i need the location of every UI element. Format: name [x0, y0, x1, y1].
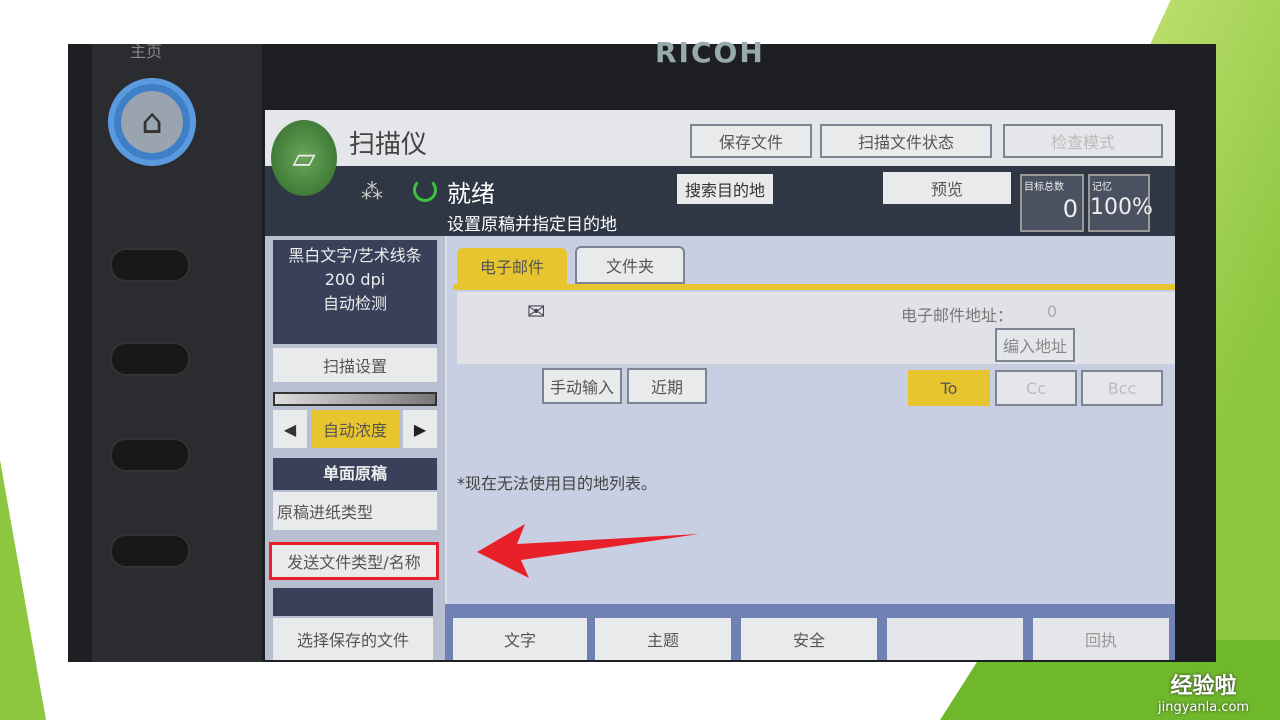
status-state: 就绪	[447, 180, 495, 208]
home-icon: ⌂	[121, 91, 183, 153]
hardware-key[interactable]	[110, 438, 190, 472]
tab-text[interactable]: 文字	[453, 618, 587, 660]
to-button[interactable]: To	[908, 370, 990, 406]
job-icon: ⁂	[361, 180, 383, 205]
resolution-text: 200 dpi	[324, 270, 386, 289]
ready-icon	[413, 178, 437, 202]
manual-input-button[interactable]: 手动输入	[542, 368, 622, 404]
brand-logo: RICOH	[655, 36, 765, 69]
check-mode-button[interactable]: 检查模式	[1003, 124, 1163, 158]
send-file-type-name-button[interactable]: 发送文件类型/名称	[269, 542, 439, 580]
counter-label: 目标总数	[1024, 182, 1064, 193]
original-sides-label: 单面原稿	[273, 458, 437, 490]
save-file-button[interactable]: 保存文件	[690, 124, 812, 158]
watermark-url: jingyanla.com	[1158, 700, 1250, 715]
hardware-key[interactable]	[110, 248, 190, 282]
tab-blank[interactable]	[887, 618, 1023, 660]
watermark-cn: 经验啦	[1170, 674, 1237, 699]
memory-label: 记忆	[1092, 182, 1112, 193]
tab-receipt[interactable]: 回执	[1033, 618, 1169, 660]
scanner-icon: ▱	[271, 120, 337, 196]
bcc-button[interactable]: Bcc	[1081, 370, 1163, 406]
counter-value: 0	[1062, 195, 1078, 223]
scan-file-status-button[interactable]: 扫描文件状态	[820, 124, 992, 158]
email-address-count: 0	[1047, 302, 1058, 321]
scan-mode-text: 黑白文字/艺术线条	[288, 246, 422, 265]
email-icon: ✉	[527, 300, 546, 325]
destination-list-notice: *现在无法使用目的地列表。	[457, 474, 658, 493]
recent-button[interactable]: 近期	[627, 368, 707, 404]
auto-density-button[interactable]: 自动浓度	[311, 410, 399, 448]
original-feed-type-button[interactable]: 原稿进纸类型	[273, 492, 437, 530]
scan-summary: 黑白文字/艺术线条 200 dpi 自动检测	[273, 240, 437, 344]
red-arrow	[477, 524, 699, 578]
density-right-button[interactable]: ▶	[403, 410, 437, 448]
tab-subject[interactable]: 主题	[595, 618, 731, 660]
home-label: 主页	[130, 42, 163, 61]
preview-button[interactable]: 预览	[883, 172, 1011, 204]
density-left-button[interactable]: ◀	[273, 410, 307, 448]
touch-screen: ▱ 扫描仪 保存文件 扫描文件状态 检查模式 ⁂ 就绪 设置原稿并指定目的地 搜…	[265, 110, 1175, 660]
select-stored-file-button[interactable]: 选择保存的文件	[273, 618, 433, 660]
watermark: 经验啦 jingyanla.com	[1158, 668, 1249, 715]
tab-email[interactable]: 电子邮件	[457, 248, 567, 284]
app-title: 扫描仪	[349, 130, 428, 160]
memory-box: 记忆 100%	[1088, 174, 1153, 232]
hardware-key[interactable]	[110, 342, 190, 376]
hardware-key[interactable]	[110, 534, 190, 568]
scan-settings-button[interactable]: 扫描设置	[273, 348, 437, 382]
tab-security[interactable]: 安全	[741, 618, 877, 660]
enter-address-button[interactable]: 编入地址	[995, 328, 1075, 362]
email-address-label: 电子邮件地址：	[901, 306, 1014, 325]
status-message: 设置原稿并指定目的地	[447, 215, 617, 235]
slide-green-bottom-left	[0, 460, 46, 720]
home-button[interactable]: ⌂	[108, 78, 196, 166]
search-destination-button[interactable]: 搜索目的地	[677, 174, 773, 204]
tab-folder[interactable]: 文件夹	[575, 246, 685, 284]
original-sides-text: 单面原稿	[322, 464, 387, 483]
memory-value: 100%	[1090, 195, 1153, 220]
detect-text: 自动检测	[322, 294, 387, 313]
left-spacer	[273, 588, 433, 616]
density-slider[interactable]	[273, 392, 437, 406]
cc-button[interactable]: Cc	[995, 370, 1077, 406]
counter-box: 目标总数 0	[1020, 174, 1084, 232]
tab-underline	[453, 284, 1175, 290]
